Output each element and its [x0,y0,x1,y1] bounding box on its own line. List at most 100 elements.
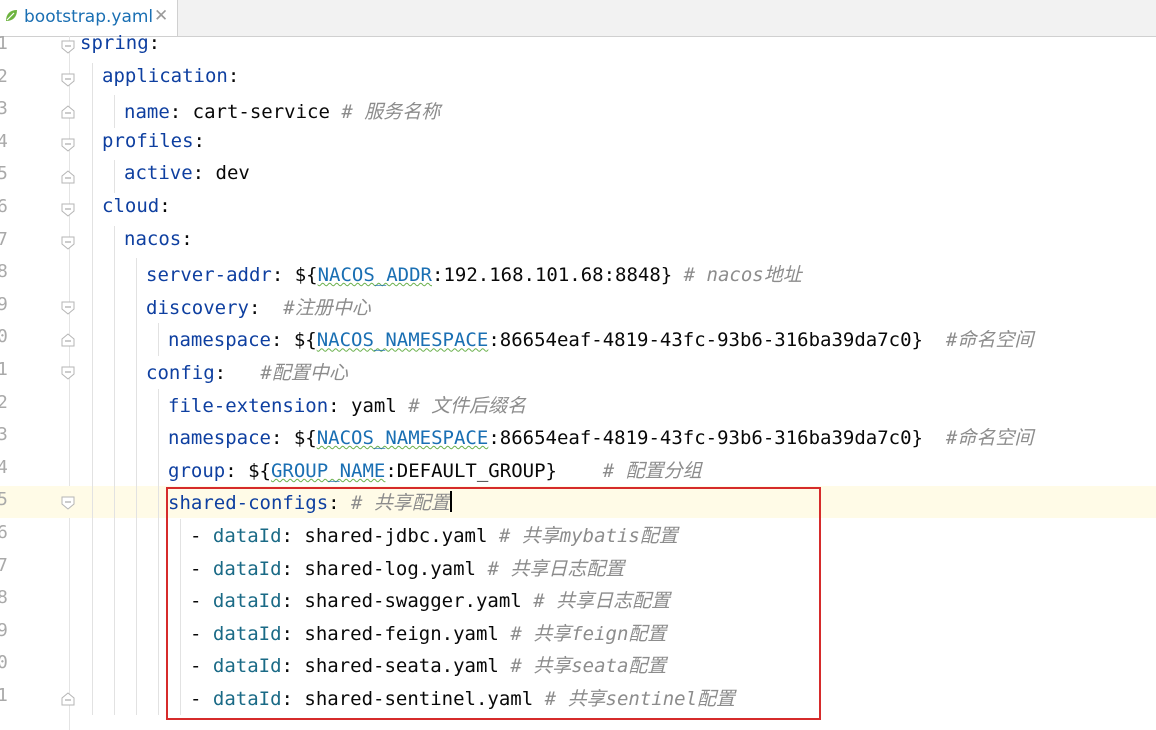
line-number: 0 [0,652,8,674]
indent-guide [114,649,115,682]
indent-guide [114,616,115,650]
comment-token: # 服务名称 [341,101,441,124]
code-line[interactable]: 9 discovery: #注册中心 [0,290,1156,324]
code-text: namespace: ${NACOS_NAMESPACE:86654eaf-48… [168,325,1033,352]
key-token: file-extension [168,394,329,417]
indent-guide [92,225,93,259]
code-text: config: #配置中心 [146,358,348,385]
line-number: 5 [0,489,8,511]
indent-guide [92,290,93,324]
comment-token: #命名空间 [945,329,1034,352]
fold-collapse-icon[interactable] [61,137,75,152]
code-line[interactable]: 7 nacos: [0,225,1156,259]
indent-guide [158,682,159,715]
code-line[interactable]: 2 file-extension: yaml # 文件后缀名 [0,388,1156,422]
indent-guide [114,258,115,291]
indent-guide [158,551,159,585]
fold-collapse-icon[interactable] [61,235,75,250]
indent-guide [136,682,137,715]
fold-end-icon[interactable] [61,169,75,184]
code-text: name: cart-service # 服务名称 [124,97,440,124]
fold-end-icon[interactable] [61,691,75,706]
line-number: 0 [0,326,8,348]
variable-token: GROUP_NAME [270,459,386,482]
indent-guide [136,649,137,682]
indent-guide [92,160,93,193]
fold-collapse-icon[interactable] [61,495,75,511]
close-tab-icon[interactable]: ✕ [154,6,168,26]
line-number: 6 [0,196,8,217]
text-token: :192.168.101.68:8848} [432,264,684,287]
text-token: :86654eaf-4819-43fc-93b6-316ba39da7c0} [488,329,946,352]
text-token: : [159,195,171,217]
text-token: : ${ [225,459,271,482]
spring-leaf-icon [6,10,17,21]
fold-collapse-icon[interactable] [61,365,75,380]
code-line[interactable]: 8 server-addr: ${NACOS_ADDR:192.168.101.6… [0,258,1156,291]
indent-guide [92,258,93,291]
line-number: 8 [0,587,8,609]
comment-token: # 配置分组 [602,459,702,482]
code-line[interactable]: 5 active: dev [0,160,1156,193]
fold-collapse-icon[interactable] [61,300,75,315]
code-line[interactable]: 2 application: [0,62,1156,96]
indent-guide [92,551,93,585]
line-number: 2 [0,391,8,413]
indent-guide [92,127,93,161]
indent-guide [92,453,93,487]
line-number: 7 [0,554,8,576]
text-token: : ${ [271,264,318,287]
comment-token: # 文件后缀名 [408,394,527,417]
indent-guide [114,95,115,128]
fold-collapse-icon[interactable] [61,39,75,54]
indent-guide [114,323,115,356]
indent-guide [114,388,115,422]
text-token: : [248,296,284,319]
key-token: group [168,459,226,482]
text-token: : ${ [270,427,317,450]
indent-guide [114,356,115,389]
indent-guide [136,616,137,650]
indent-guide [92,519,93,552]
indent-guide [158,323,159,356]
indent-guide [92,486,93,519]
text-token: : [181,227,193,250]
code-line[interactable]: 4 profiles: [0,127,1156,161]
indent-guide [92,95,93,128]
key-token: active [124,162,193,185]
fold-collapse-icon[interactable] [61,72,75,87]
line-number: 6 [0,522,8,543]
fold-end-icon[interactable] [61,332,75,347]
indent-guide [158,519,159,552]
indent-guide [158,388,159,422]
code-line[interactable]: 3 namespace: ${NACOS_NAMESPACE:86654eaf-4… [0,421,1156,454]
indent-guide [136,388,137,422]
code-line[interactable]: 1 config: #配置中心 [0,356,1156,389]
text-token: : [193,129,205,152]
indent-guide [92,584,93,617]
code-line[interactable]: 4 group: ${GROUP_NAME:DEFAULT_GROUP} # 配置… [0,453,1156,487]
key-token: spring [80,32,149,54]
indent-guide [114,519,115,552]
line-number: 1 [0,33,8,54]
text-token: : [148,32,161,54]
fold-end-icon[interactable] [61,104,75,119]
key-token: namespace [168,329,271,352]
code-line[interactable]: 1 spring: [0,30,1156,62]
key-token: namespace [168,427,271,450]
code-text: application: [102,65,239,87]
code-line[interactable]: 6 cloud: [0,193,1156,226]
indent-guide [92,193,93,226]
indent-guide [114,453,115,487]
code-line[interactable]: 3 name: cart-service # 服务名称 [0,95,1156,128]
key-token: application [102,64,228,87]
code-line[interactable]: 0 namespace: ${NACOS_NAMESPACE:86654eaf-4… [0,323,1156,356]
indent-guide [136,290,137,324]
text-token: : dev [192,162,250,185]
variable-token: NACOS_NAMESPACE [316,427,489,450]
fold-collapse-icon[interactable] [61,202,75,217]
text-token: :DEFAULT_GROUP} [385,459,603,482]
key-token: cloud [102,195,160,217]
text-token: : yaml [328,394,409,417]
indent-guide [158,649,159,682]
